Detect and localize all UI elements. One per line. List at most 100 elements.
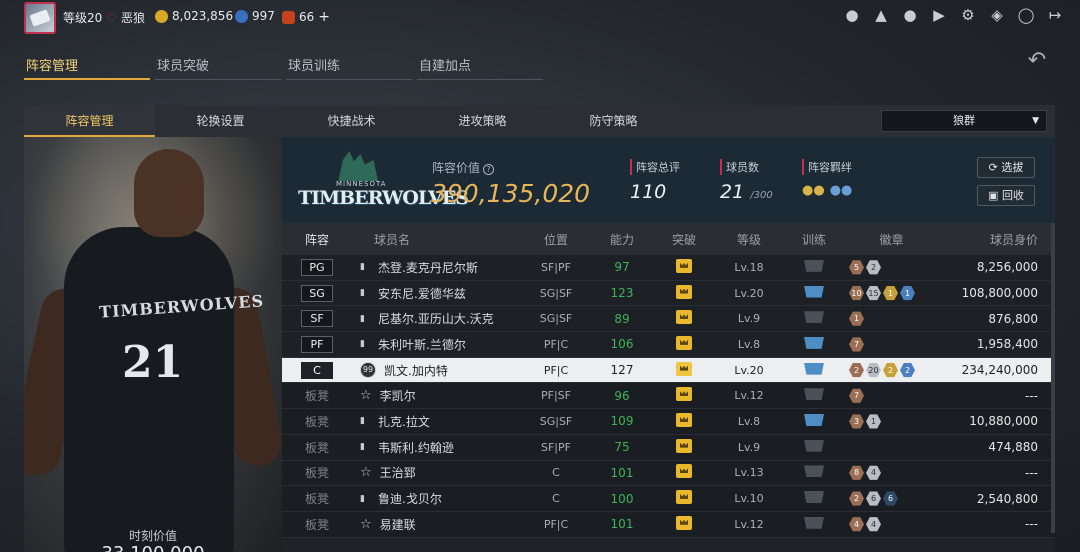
table-row[interactable]: 板凳 ☆ 易建联 PF|C 101 Lv.12 44 ---	[282, 511, 1055, 538]
player-name-cell[interactable]: ▮ 朱利叶斯.兰德尔	[352, 336, 520, 353]
lineup-slot[interactable]: PG	[282, 258, 352, 276]
badge-icon: 4	[849, 517, 864, 532]
pick-button[interactable]: ⟳ 选拔	[977, 157, 1035, 178]
breakthrough-cell[interactable]	[652, 515, 716, 533]
breakthrough-cell[interactable]	[652, 310, 716, 327]
table-row[interactable]: PG ▮ 杰登.麦克丹尼尔斯 SF|PF 97 Lv.18 52 8,256,00…	[282, 255, 1055, 281]
logout-icon[interactable]: ↦	[1046, 6, 1064, 24]
training-cell[interactable]	[782, 516, 846, 532]
pick-button-label: 选拔	[1001, 161, 1024, 174]
subtab-quick-tactics[interactable]: 快捷战术	[286, 105, 417, 137]
recycle-button[interactable]: ▣ 回收	[977, 185, 1035, 206]
breakthrough-cell[interactable]	[652, 387, 716, 404]
player-name-cell[interactable]: ▮ 尼基尔.亚历山大.沃克	[352, 310, 520, 327]
lineup-slot[interactable]: SF	[282, 310, 352, 328]
friends-icon[interactable]: ●	[901, 6, 919, 24]
breakthrough-cell[interactable]	[652, 361, 716, 379]
back-arrow-icon[interactable]: ↶	[1020, 50, 1054, 72]
lineup-slot[interactable]: 板凳	[282, 439, 352, 456]
lineup-slot[interactable]: 板凳	[282, 387, 352, 404]
table-row[interactable]: C 99 凯文.加内特 PF|C 127 Lv.20 2 20 2 2 234,240,…	[282, 357, 1055, 384]
lineup-slot[interactable]: PF	[282, 335, 352, 353]
lineup-slot[interactable]: 板凳	[282, 516, 352, 533]
training-cell[interactable]	[782, 465, 846, 480]
lineup-slot[interactable]: C	[282, 361, 352, 379]
header-level: 等级	[736, 232, 761, 247]
lineup-slot[interactable]: SG	[282, 284, 352, 302]
training-cell[interactable]	[782, 336, 846, 352]
player-name: 李凯尔	[379, 389, 416, 404]
breakthrough-cell[interactable]	[652, 464, 716, 481]
bell-icon[interactable]: ▲	[872, 6, 890, 24]
table-row[interactable]: PF ▮ 朱利叶斯.兰德尔 PF|C 106 Lv.8 7 1,958,400	[282, 332, 1055, 358]
training-cell[interactable]	[782, 439, 846, 455]
player-name-cell[interactable]: ▮ 杰登.麦克丹尼尔斯	[352, 259, 520, 276]
breakthrough-cell[interactable]	[652, 490, 716, 507]
headset-icon[interactable]: ◯	[1017, 6, 1035, 24]
training-cell[interactable]	[782, 362, 846, 378]
badges-cell[interactable]: 1	[846, 311, 934, 326]
lineup-dropdown[interactable]: 狼群 ▼	[881, 110, 1047, 132]
player-name: 朱利叶斯.兰德尔	[378, 337, 466, 352]
jersey-number: 21	[122, 337, 184, 388]
player-name-cell[interactable]: ☆ 王治郅	[352, 464, 520, 481]
training-cell[interactable]	[782, 413, 846, 429]
training-cell[interactable]	[782, 491, 846, 506]
lineup-slot[interactable]: 板凳	[282, 413, 352, 430]
player-name-cell[interactable]: ▮ 韦斯利.约翰逊	[352, 439, 520, 456]
player-portrait[interactable]: TIMBERWOLVES 21 时刻价值 33,100,000	[24, 137, 282, 552]
lineup-slot[interactable]: 板凳	[282, 490, 352, 507]
breakthrough-cell[interactable]	[652, 258, 716, 276]
training-cell[interactable]	[782, 259, 846, 275]
table-scrollbar[interactable]	[1051, 223, 1055, 533]
video-icon[interactable]: ▶	[930, 6, 948, 24]
tab-player-training[interactable]: 球员训练	[286, 50, 412, 80]
profile-icon[interactable]: ●	[843, 6, 861, 24]
badges-cell[interactable]: 31	[846, 414, 934, 429]
table-row[interactable]: SG ▮ 安东尼.爱德华兹 SG|SF 123 Lv.20 10 15 1 1 108,…	[282, 280, 1055, 307]
breakthrough-cell[interactable]	[652, 335, 716, 353]
player-name-cell[interactable]: ☆ 易建联	[352, 516, 520, 533]
training-cell[interactable]	[782, 285, 846, 301]
table-row[interactable]: SF ▮ 尼基尔.亚历山大.沃克 SG|SF 89 Lv.9 1 876,800	[282, 306, 1055, 333]
table-row[interactable]: 板凳 ▮ 扎克.拉文 SG|SF 109 Lv.8 31 10,880,000	[282, 409, 1055, 435]
subtab-offense[interactable]: 进攻策略	[417, 105, 548, 137]
breakthrough-cell[interactable]	[652, 284, 716, 302]
tab-player-breakthrough[interactable]: 球员突破	[155, 50, 281, 80]
tab-custom-points[interactable]: 自建加点	[417, 50, 543, 80]
player-name-cell[interactable]: ▮ 安东尼.爱德华兹	[352, 285, 520, 302]
tab-lineup-management[interactable]: 阵容管理	[24, 50, 150, 80]
breakthrough-cell[interactable]	[652, 412, 716, 430]
breakthrough-cell[interactable]	[652, 438, 716, 456]
gear-icon[interactable]: ⚙	[959, 6, 977, 24]
lineup-bond[interactable]: 阵容羁绊 ●● ●●	[802, 159, 852, 198]
avatar[interactable]	[24, 2, 56, 34]
player-name-cell[interactable]: 99 凯文.加内特	[352, 362, 520, 379]
badges-cell[interactable]: 2 20 2 2	[846, 363, 934, 378]
player-name-cell[interactable]: ☆ 李凯尔	[352, 387, 520, 404]
training-cell[interactable]	[782, 388, 846, 403]
table-row[interactable]: 板凳 ☆ 李凯尔 PF|SF 96 Lv.12 7 ---	[282, 383, 1055, 410]
badges-cell[interactable]: 7	[846, 337, 934, 352]
badges-cell[interactable]: 84	[846, 465, 934, 480]
lineup-slot[interactable]: 板凳	[282, 464, 352, 481]
badges-cell[interactable]: 44	[846, 517, 934, 532]
subtab-lineup[interactable]: 阵容管理	[24, 105, 155, 137]
subtab-defense[interactable]: 防守策略	[548, 105, 679, 137]
badges-cell[interactable]: 7	[846, 388, 934, 403]
table-row[interactable]: 板凳 ▮ 鲁迪.戈贝尔 C 100 Lv.10 266 2,540,800	[282, 486, 1055, 512]
badges-cell[interactable]: 10 15 1 1	[846, 285, 934, 301]
lineup-panel: 阵容管理 轮换设置 快捷战术 进攻策略 防守策略 狼群 ▼ TIMBERWOLV…	[24, 105, 1055, 552]
badges-cell[interactable]: 52	[846, 260, 934, 275]
table-row[interactable]: 板凳 ☆ 王治郅 C 101 Lv.13 84 ---	[282, 460, 1055, 487]
badges-cell[interactable]: 266	[846, 491, 934, 506]
add-currency-button[interactable]: +	[318, 9, 330, 25]
table-row[interactable]: 板凳 ▮ 韦斯利.约翰逊 SF|PF 75 Lv.9 474,880	[282, 434, 1055, 461]
training-cell[interactable]	[782, 311, 846, 326]
help-icon[interactable]: ?	[483, 164, 495, 175]
player-name-cell[interactable]: ▮ 扎克.拉文	[352, 413, 520, 430]
badge-icon: 10	[849, 285, 864, 301]
player-name-cell[interactable]: ▮ 鲁迪.戈贝尔	[352, 490, 520, 507]
shield-icon[interactable]: ◈	[988, 6, 1006, 24]
subtab-rotation[interactable]: 轮换设置	[155, 105, 286, 137]
